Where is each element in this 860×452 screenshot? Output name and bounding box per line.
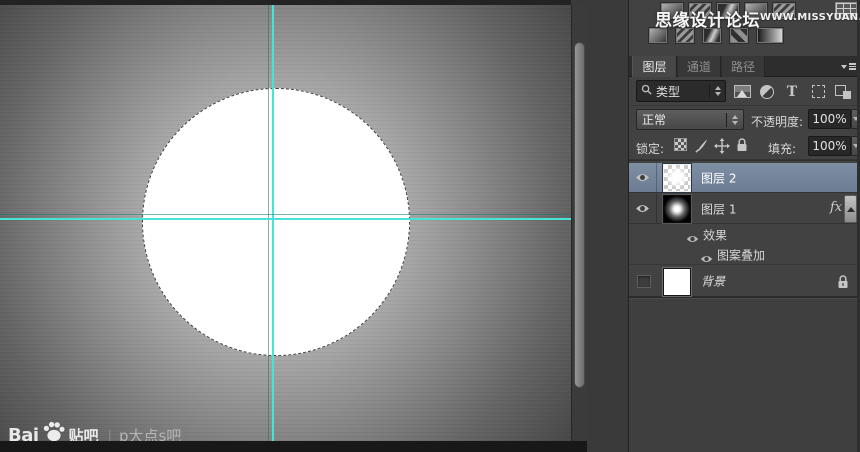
layer-row-layer2[interactable]: 图层 2 [629, 163, 857, 193]
search-icon [641, 84, 652, 98]
lock-row: 锁定: 填充: 100% [629, 133, 857, 160]
background-lock-icon [837, 274, 849, 293]
vertical-guide-ghost [268, 5, 269, 441]
document-canvas[interactable] [0, 5, 571, 441]
filter-type-layers-icon[interactable]: T [784, 83, 800, 100]
lock-pixels-brush-icon[interactable] [693, 138, 709, 153]
filter-smart-objects-icon[interactable] [833, 83, 853, 100]
vertical-guide[interactable] [272, 5, 274, 441]
opacity-value-field[interactable]: 100% [808, 109, 851, 129]
effects-label: 效果 [703, 227, 727, 244]
opacity-label: 不透明度: [751, 113, 803, 130]
layer1-name[interactable]: 图层 1 [701, 200, 736, 217]
tab-layers[interactable]: 图层 [632, 56, 677, 77]
pattern-overlay-row[interactable]: 图案叠加 [629, 245, 857, 265]
background-name[interactable]: 背景 [701, 273, 725, 290]
dropdown-updown-icon [726, 113, 738, 127]
eye-icon [635, 203, 650, 214]
eye-icon [635, 172, 650, 183]
blend-mode-dropdown[interactable]: 正常 [636, 109, 744, 130]
filter-kind-label: 类型 [656, 83, 680, 100]
horizontal-guide[interactable] [0, 218, 571, 220]
layer-row-background[interactable]: 背景 [629, 266, 857, 297]
layers-list: 图层 2 图层 1 fx 效果 [629, 160, 857, 297]
visibility-toggle[interactable] [629, 163, 657, 192]
app-background-bottom [0, 441, 587, 452]
photoshop-screenshot: { "watermark_top": { "title": "思缘设计论坛", … [0, 0, 860, 452]
fill-value-field[interactable]: 100% [808, 136, 851, 156]
layer-effects-fx-badge: fx [830, 200, 842, 215]
scrollbar-thumb[interactable] [574, 42, 585, 388]
filter-adjustment-layers-icon[interactable] [758, 83, 776, 100]
visibility-toggle-off[interactable] [637, 275, 651, 288]
lock-all-icon[interactable] [735, 138, 748, 152]
layer2-name[interactable]: 图层 2 [701, 169, 736, 186]
panel-menu-icon[interactable] [841, 61, 856, 72]
missyuan-watermark-url: WWW.MISSYUAN.COM [760, 12, 860, 23]
panel-tab-bar: 图层 通道 路径 [629, 56, 857, 77]
effects-collapse-button[interactable] [844, 195, 857, 223]
layer1-thumbnail[interactable] [663, 195, 691, 223]
lock-label: 锁定: [636, 140, 664, 157]
lock-transparency-icon[interactable] [673, 138, 688, 151]
layer-filter-row: 类型 T [629, 77, 857, 106]
tab-channels[interactable]: 通道 [678, 56, 721, 77]
effects-row[interactable]: 效果 [629, 225, 857, 245]
blend-mode-row: 正常 不透明度: 100% [629, 106, 857, 133]
layer-row-layer1[interactable]: 图层 1 fx [629, 194, 857, 224]
background-thumbnail[interactable] [663, 268, 691, 296]
fill-label: 填充: [768, 140, 796, 157]
layer2-thumbnail[interactable] [663, 164, 691, 192]
panel-empty-area [629, 297, 857, 452]
filter-kind-dropdown[interactable]: 类型 [636, 80, 726, 102]
opacity-value: 100% [812, 112, 846, 126]
tab-channels-label: 通道 [687, 58, 711, 75]
tab-layers-label: 图层 [642, 58, 666, 75]
gradient-preset-5[interactable] [757, 28, 783, 43]
layers-panel: 思缘设计论坛 WWW.MISSYUAN.COM 图层 通道 路径 类型 [628, 0, 860, 452]
missyuan-watermark-title: 思缘设计论坛 [655, 6, 760, 31]
dropdown-updown-icon [709, 84, 721, 98]
fill-value: 100% [812, 139, 846, 153]
visibility-toggle[interactable] [629, 194, 657, 223]
lock-position-move-icon[interactable] [713, 138, 730, 154]
app-background-gap [587, 0, 628, 441]
canvas-vertical-scrollbar[interactable] [571, 5, 587, 441]
eye-icon [686, 234, 699, 244]
tab-paths[interactable]: 路径 [722, 56, 765, 77]
pattern-overlay-label: 图案叠加 [717, 246, 765, 263]
filter-shape-layers-icon[interactable] [808, 83, 828, 100]
blend-mode-value: 正常 [642, 111, 666, 128]
selection-circle[interactable] [142, 88, 410, 356]
horizontal-guide-ghost [0, 214, 571, 215]
tab-paths-label: 路径 [731, 58, 755, 75]
canvas-area: Bai 贴吧 | p大点s吧 [0, 0, 571, 441]
filter-pixel-layers-icon[interactable] [732, 83, 752, 100]
eye-icon [700, 254, 713, 264]
